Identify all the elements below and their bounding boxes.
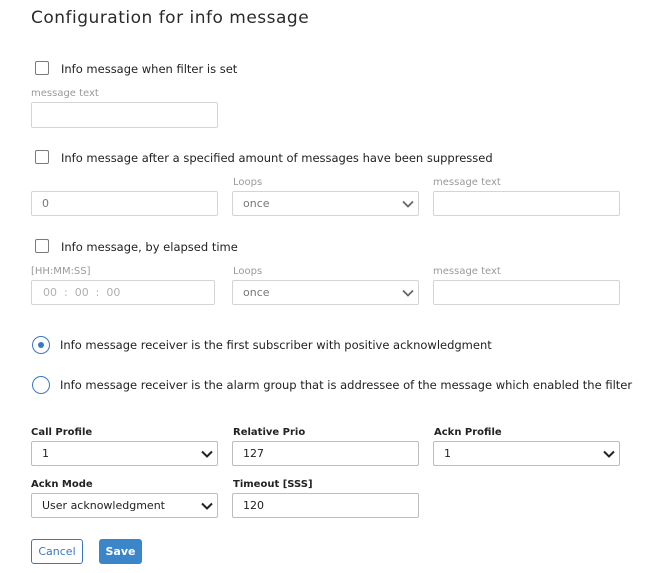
filter-info-checkbox[interactable] xyxy=(35,61,49,75)
relative-prio-label: Relative Prio xyxy=(233,427,306,438)
elapsed-info-checkbox-label: Info message, by elapsed time xyxy=(61,240,238,254)
call-profile-label: Call Profile xyxy=(31,427,93,438)
suppressed-count-input[interactable]: 0 xyxy=(31,191,218,216)
relative-prio-input[interactable]: 127 xyxy=(232,441,419,466)
receiver-first-subscriber-label: Info message receiver is the first subsc… xyxy=(60,338,492,352)
filter-message-text-label: message text xyxy=(31,88,99,99)
timeout-input[interactable]: 120 xyxy=(232,493,419,518)
ackn-mode-label: Ackn Mode xyxy=(31,479,93,490)
suppressed-info-checkbox[interactable] xyxy=(35,150,49,164)
suppressed-loops-value: once xyxy=(243,197,270,210)
elapsed-loops-label: Loops xyxy=(233,266,263,277)
suppressed-loops-select[interactable]: once xyxy=(232,191,419,216)
chevron-down-icon xyxy=(201,502,213,510)
save-button[interactable]: Save xyxy=(99,539,142,564)
elapsed-time-label: [HH:MM:SS] xyxy=(31,266,91,277)
filter-info-checkbox-label: Info message when filter is set xyxy=(61,62,238,76)
radio-selected-dot xyxy=(37,341,44,348)
page-title: Configuration for info message xyxy=(31,8,310,28)
ackn-profile-label: Ackn Profile xyxy=(434,427,502,438)
receiver-first-subscriber-radio[interactable] xyxy=(32,336,50,354)
timeout-label: Timeout [SSS] xyxy=(233,479,313,490)
receiver-alarm-group-label: Info message receiver is the alarm group… xyxy=(60,378,633,392)
call-profile-select[interactable]: 1 xyxy=(31,441,218,466)
elapsed-message-text-input[interactable] xyxy=(433,280,620,305)
chevron-down-icon xyxy=(402,289,414,297)
suppressed-message-text-label: message text xyxy=(433,177,501,188)
elapsed-loops-select[interactable]: once xyxy=(232,280,419,305)
call-profile-value: 1 xyxy=(42,447,49,460)
elapsed-loops-value: once xyxy=(243,286,270,299)
suppressed-info-checkbox-label: Info message after a specified amount of… xyxy=(61,151,493,165)
elapsed-info-checkbox[interactable] xyxy=(35,239,49,253)
receiver-alarm-group-radio[interactable] xyxy=(32,376,50,394)
elapsed-message-text-label: message text xyxy=(433,266,501,277)
chevron-down-icon xyxy=(402,200,414,208)
chevron-down-icon xyxy=(603,450,615,458)
chevron-down-icon xyxy=(201,450,213,458)
ackn-mode-select[interactable]: User acknowledgment xyxy=(31,493,218,518)
ackn-mode-value: User acknowledgment xyxy=(42,499,165,512)
suppressed-message-text-input[interactable] xyxy=(433,191,620,216)
ackn-profile-select[interactable]: 1 xyxy=(433,441,620,466)
suppressed-loops-label: Loops xyxy=(233,177,263,188)
elapsed-time-input[interactable]: 00 : 00 : 00 xyxy=(31,280,215,305)
filter-message-text-input[interactable] xyxy=(31,102,218,128)
ackn-profile-value: 1 xyxy=(444,447,451,460)
cancel-button[interactable]: Cancel xyxy=(31,539,83,564)
